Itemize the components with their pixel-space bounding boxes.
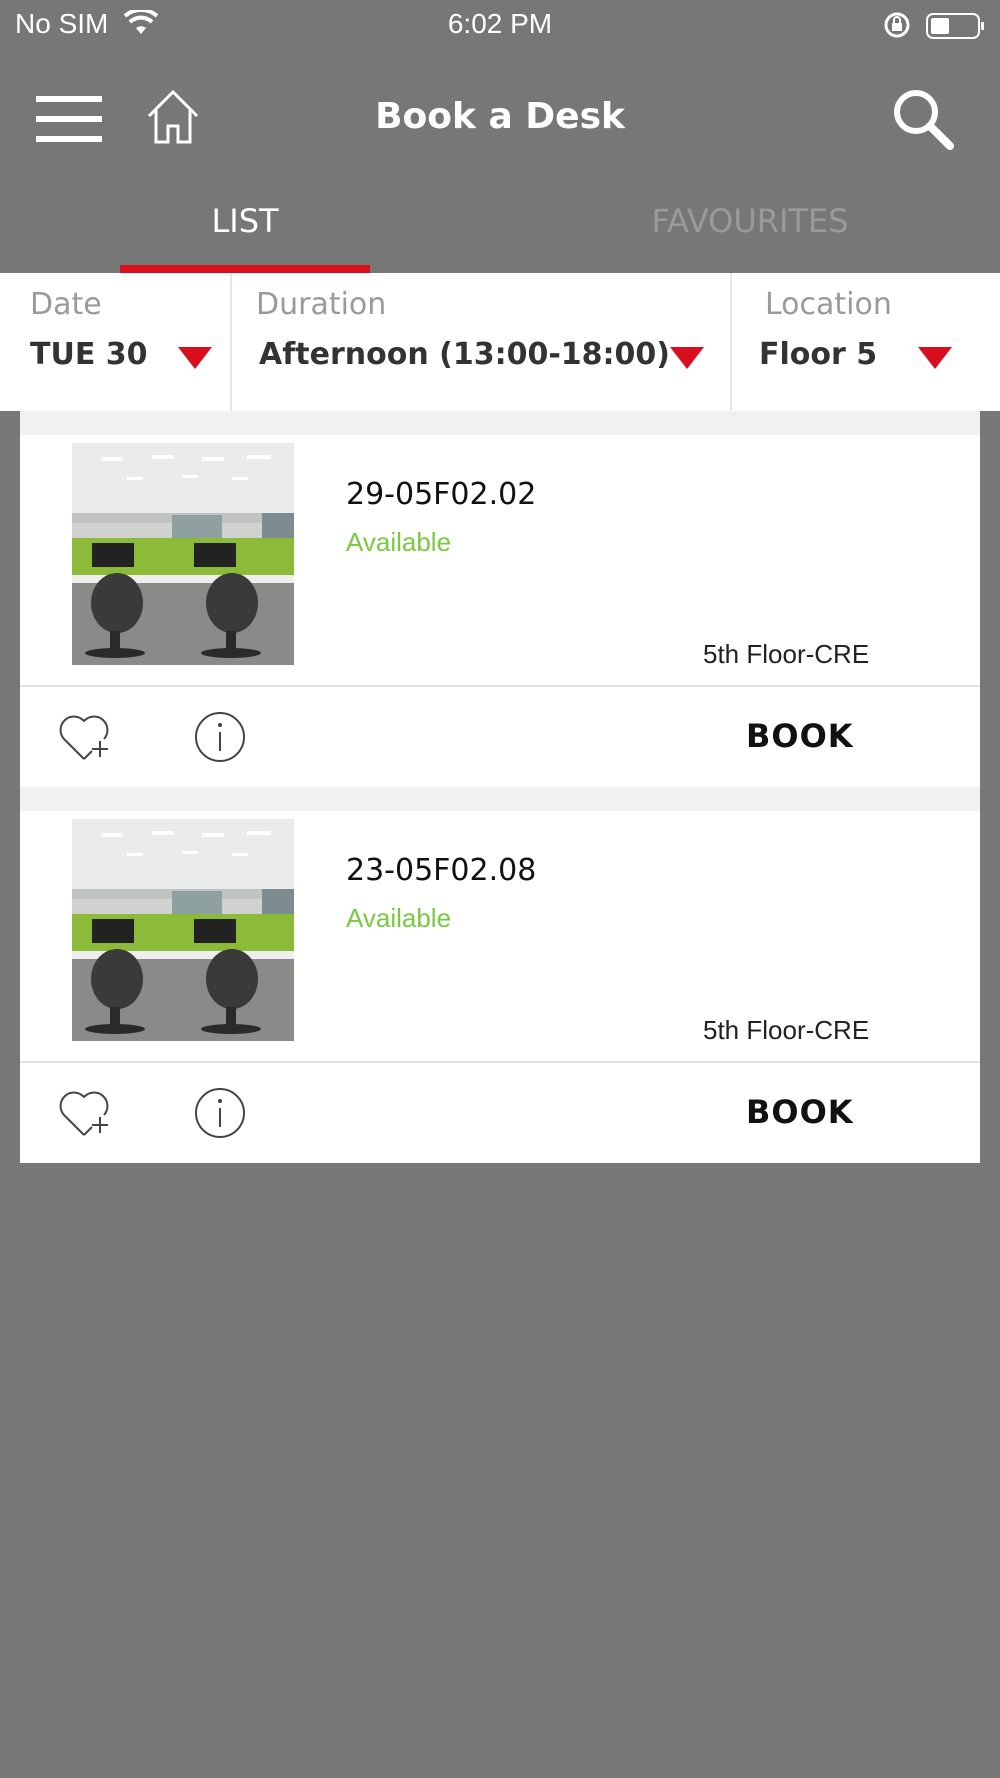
info-icon[interactable] <box>194 1087 246 1139</box>
app-header: Book a Desk <box>0 50 1000 185</box>
filter-bar: Date TUE 30 Duration Afternoon (13:00-18… <box>0 273 1000 411</box>
location-filter-label: Location <box>765 287 892 322</box>
date-filter[interactable]: Date TUE 30 <box>0 273 232 411</box>
tab-list-label: LIST <box>211 202 279 240</box>
view-tabs: LIST FAVOURITES <box>0 185 1000 273</box>
date-filter-value: TUE 30 <box>30 337 148 372</box>
rotation-lock-icon <box>882 10 912 45</box>
tab-list[interactable]: LIST <box>120 185 370 273</box>
desk-id: 29-05F02.02 <box>346 477 537 512</box>
add-favourite-icon[interactable] <box>58 1087 114 1139</box>
date-filter-label: Date <box>30 287 102 322</box>
list-spacer <box>20 411 980 435</box>
battery-icon <box>926 12 986 45</box>
desk-floor: 5th Floor-CRE <box>703 1015 870 1045</box>
tab-favourites[interactable]: FAVOURITES <box>600 185 900 273</box>
book-button[interactable]: BOOK <box>746 1093 854 1131</box>
chevron-down-icon <box>918 347 952 369</box>
duration-filter[interactable]: Duration Afternoon (13:00-18:00) <box>232 273 732 411</box>
active-tab-indicator <box>120 265 370 273</box>
duration-filter-value: Afternoon (13:00-18:00) <box>259 337 670 372</box>
info-icon[interactable] <box>194 711 246 763</box>
status-bar: No SIM 6:02 PM <box>0 0 1000 50</box>
chevron-down-icon <box>670 347 704 369</box>
page-title: Book a Desk <box>375 96 625 137</box>
desk-status: Available <box>346 527 452 557</box>
book-button[interactable]: BOOK <box>746 717 854 755</box>
desk-photo <box>72 443 294 665</box>
list-spacer <box>20 787 980 811</box>
clock: 6:02 PM <box>447 8 553 39</box>
location-filter[interactable]: Location Floor 5 <box>732 273 1000 411</box>
duration-filter-label: Duration <box>256 287 387 322</box>
tab-favourites-label: FAVOURITES <box>651 202 849 240</box>
chevron-down-icon <box>178 347 212 369</box>
desk-card: 29-05F02.02 Available 5th Floor-CRE BOOK <box>20 435 980 787</box>
add-favourite-icon[interactable] <box>58 711 114 763</box>
search-icon[interactable] <box>890 86 956 152</box>
desk-status: Available <box>346 903 452 933</box>
location-filter-value: Floor 5 <box>759 337 878 372</box>
desk-card: 23-05F02.08 Available 5th Floor-CRE BOOK <box>20 811 980 1163</box>
desk-id: 23-05F02.08 <box>346 853 537 888</box>
desk-floor: 5th Floor-CRE <box>703 639 870 669</box>
desk-list: 29-05F02.02 Available 5th Floor-CRE BOOK… <box>20 411 980 1163</box>
desk-photo <box>72 819 294 1041</box>
